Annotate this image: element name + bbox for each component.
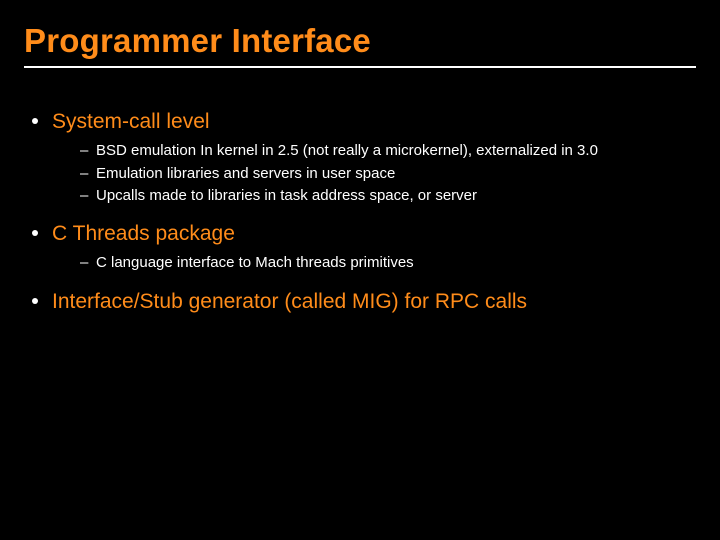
sub-list-item: – C language interface to Mach threads p… [80, 253, 696, 273]
dash-icon: – [80, 164, 96, 184]
sub-list-item: – Emulation libraries and servers in use… [80, 164, 696, 184]
list-item-label: C Threads package [52, 220, 235, 247]
sub-list-item: – Upcalls made to libraries in task addr… [80, 186, 696, 206]
slide: Programmer Interface System-call level –… [0, 0, 720, 540]
title-rule [24, 66, 696, 68]
sub-list-item-label: Emulation libraries and servers in user … [96, 164, 395, 184]
list-item: System-call level [32, 108, 696, 135]
sub-list-item: – BSD emulation In kernel in 2.5 (not re… [80, 141, 696, 161]
bullet-icon [32, 118, 38, 124]
list-item-label: Interface/Stub generator (called MIG) fo… [52, 288, 527, 315]
bullet-icon [32, 298, 38, 304]
dash-icon: – [80, 253, 96, 273]
bullet-icon [32, 230, 38, 236]
slide-title: Programmer Interface [24, 22, 696, 60]
dash-icon: – [80, 141, 96, 161]
list-item: C Threads package [32, 220, 696, 247]
sub-list: – C language interface to Mach threads p… [80, 253, 696, 273]
dash-icon: – [80, 186, 96, 206]
list-item-label: System-call level [52, 108, 210, 135]
list-item: Interface/Stub generator (called MIG) fo… [32, 288, 696, 315]
sub-list-item-label: BSD emulation In kernel in 2.5 (not real… [96, 141, 598, 161]
sub-list-item-label: Upcalls made to libraries in task addres… [96, 186, 477, 206]
content-area: System-call level – BSD emulation In ker… [24, 108, 696, 315]
sub-list-item-label: C language interface to Mach threads pri… [96, 253, 414, 273]
sub-list: – BSD emulation In kernel in 2.5 (not re… [80, 141, 696, 206]
